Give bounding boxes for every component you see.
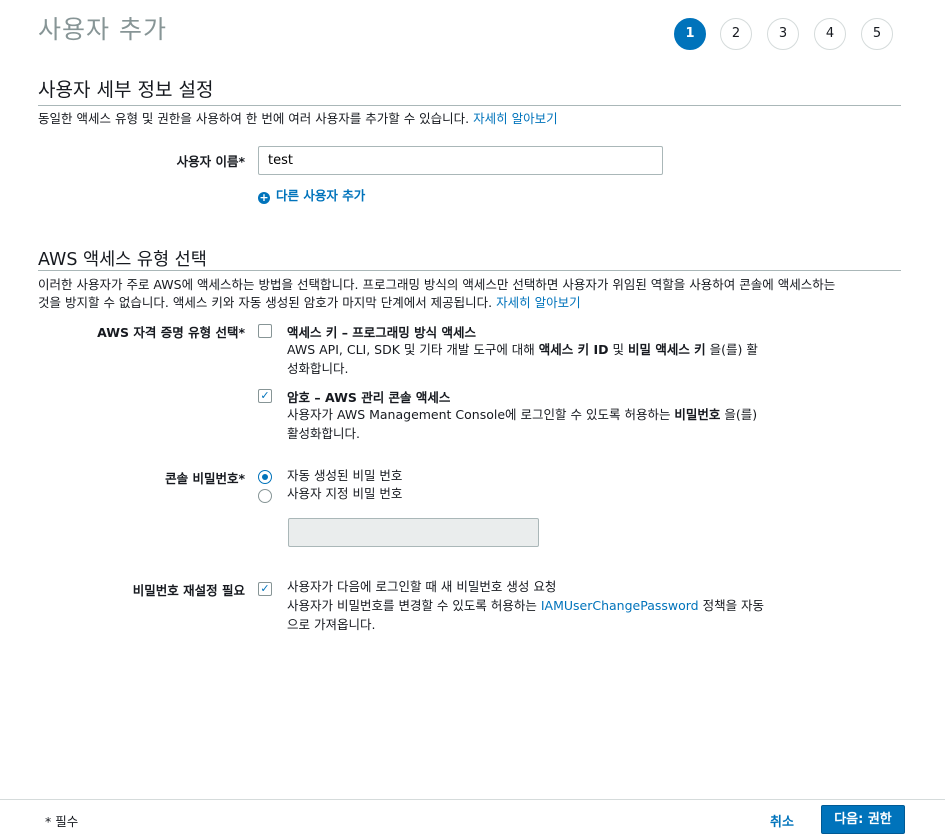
access-type-title: AWS 액세스 유형 선택	[38, 250, 207, 270]
step-5[interactable]: 5	[861, 18, 893, 50]
step-4[interactable]: 4	[814, 18, 846, 50]
programmatic-access-description: AWS API, CLI, SDK 및 기타 개발 도구에 대해 액세스 키 I…	[287, 342, 758, 376]
learn-more-link[interactable]: 자세히 알아보기	[473, 111, 557, 126]
programmatic-access-checkbox[interactable]	[258, 324, 272, 338]
password-reset-checkbox[interactable]: ✓	[258, 582, 272, 596]
auto-generated-password-label: 자동 생성된 비밀 번호	[287, 468, 403, 483]
policy-link[interactable]: IAMUserChangePassword	[541, 598, 699, 613]
console-password-label: 콘솔 비밀번호*	[165, 471, 245, 486]
custom-password-radio[interactable]	[258, 489, 272, 503]
checkmark-icon: ✓	[260, 389, 270, 402]
user-details-title: 사용자 세부 정보 설정	[38, 79, 214, 101]
step-3[interactable]: 3	[767, 18, 799, 50]
custom-password-input[interactable]	[288, 518, 539, 547]
user-details-description: 동일한 액세스 유형 및 권한을 사용하여 한 번에 여러 사용자를 추가할 수…	[38, 111, 558, 126]
console-access-checkbox[interactable]: ✓	[258, 389, 272, 403]
auto-generated-password-radio[interactable]	[258, 470, 272, 484]
required-note: * 필수	[45, 814, 79, 829]
step-2[interactable]: 2	[720, 18, 752, 50]
username-label: 사용자 이름*	[176, 154, 245, 169]
access-type-description: 이러한 사용자가 주로 AWS에 액세스하는 방법을 선택합니다. 프로그래밍 …	[38, 277, 836, 310]
console-access-description: 사용자가 AWS Management Console에 로그인할 수 있도록 …	[287, 407, 758, 441]
username-input[interactable]	[258, 146, 663, 175]
footer-divider	[0, 799, 945, 800]
learn-more-link[interactable]: 자세히 알아보기	[496, 295, 580, 310]
custom-password-label: 사용자 지정 비밀 번호	[287, 486, 403, 501]
page-title: 사용자 추가	[38, 15, 167, 44]
checkmark-icon: ✓	[260, 582, 270, 595]
password-reset-description: 사용자가 다음에 로그인할 때 새 비밀번호 생성 요청 사용자가 비밀번호를 …	[287, 579, 765, 632]
cancel-button[interactable]: 취소	[770, 811, 794, 830]
add-another-user-link[interactable]: + 다른 사용자 추가	[258, 185, 365, 204]
programmatic-access-title: 액세스 키 – 프로그래밍 방식 액세스	[287, 325, 477, 340]
step-1[interactable]: 1	[674, 18, 706, 50]
credential-type-label: AWS 자격 증명 유형 선택*	[97, 325, 245, 340]
section-divider	[38, 105, 901, 106]
next-permissions-button[interactable]: 다음: 권한	[821, 805, 905, 834]
plus-circle-icon: +	[258, 191, 270, 204]
password-reset-label: 비밀번호 재설정 필요	[132, 583, 245, 598]
section-divider	[38, 270, 901, 271]
console-access-title: 암호 – AWS 관리 콘솔 액세스	[287, 390, 451, 405]
